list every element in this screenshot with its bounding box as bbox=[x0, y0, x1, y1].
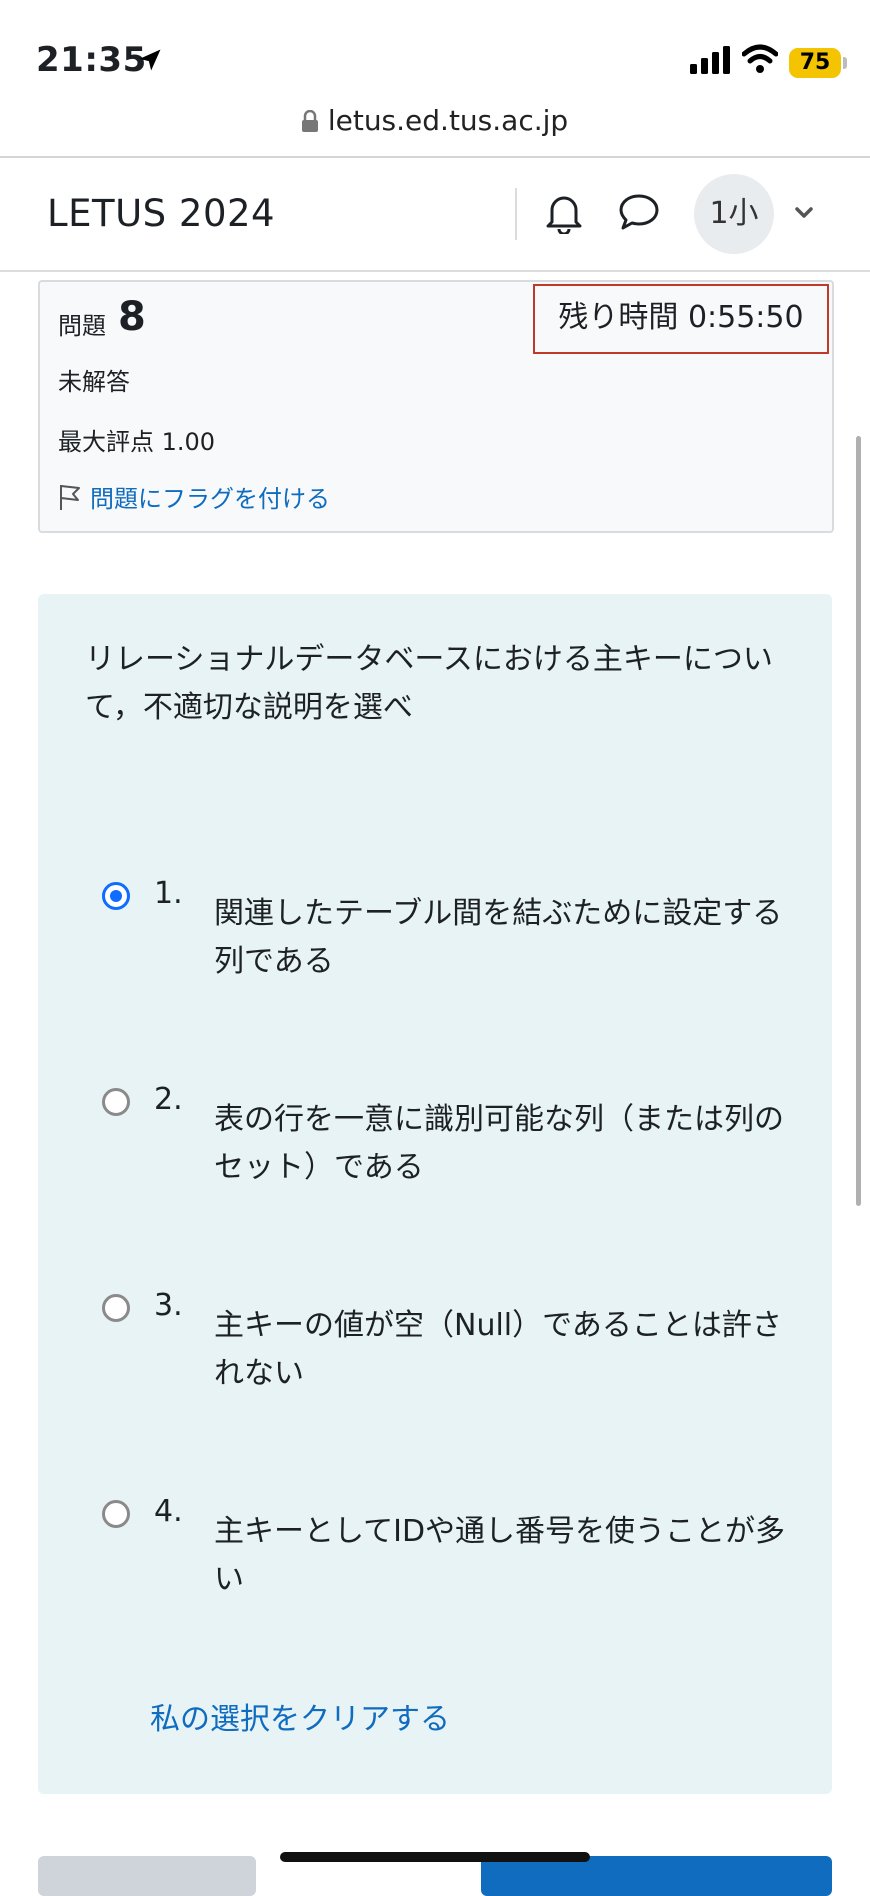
navbar: LETUS 2024 1小 bbox=[0, 158, 870, 272]
answer-text: 関連したテーブル間を結ぶために設定する列である bbox=[214, 896, 783, 979]
answer-radio-4[interactable] bbox=[102, 1500, 130, 1528]
url-bar[interactable]: letus.ed.tus.ac.jp bbox=[0, 100, 870, 158]
battery-nub bbox=[843, 57, 847, 69]
status-time: 21:35 bbox=[36, 40, 147, 80]
question-content: リレーショナルデータベースにおける主キーについて，不適切な説明を選べ 1. 関連… bbox=[38, 594, 832, 1794]
notification-bell-icon[interactable] bbox=[544, 190, 584, 234]
question-text: リレーショナルデータベースにおける主キーについて，不適切な説明を選べ bbox=[85, 642, 773, 725]
answer-radio-1[interactable] bbox=[102, 882, 130, 910]
site-brand[interactable]: LETUS 2024 bbox=[47, 192, 275, 235]
quiz-timer: 残り時間 0:55:50 bbox=[533, 284, 829, 354]
chevron-down-icon[interactable] bbox=[793, 202, 815, 224]
question-marks: 最大評点 1.00 bbox=[58, 428, 216, 456]
home-indicator bbox=[280, 1852, 590, 1862]
answer-number: 4. bbox=[154, 1494, 183, 1529]
scrollbar[interactable] bbox=[856, 436, 861, 1206]
battery-indicator: 75 bbox=[789, 48, 841, 78]
lock-icon bbox=[301, 109, 318, 132]
question-state: 未解答 bbox=[58, 368, 130, 396]
answer-radio-2[interactable] bbox=[102, 1088, 130, 1116]
clear-choice-link[interactable]: 私の選択をクリアする bbox=[150, 1694, 450, 1738]
answer-number: 1. bbox=[154, 876, 183, 911]
flag-icon bbox=[60, 484, 80, 510]
wifi-icon bbox=[742, 44, 778, 73]
answer-radio-3[interactable] bbox=[102, 1294, 130, 1322]
next-page-button[interactable] bbox=[481, 1856, 832, 1896]
question-info-card: 問題 8 残り時間 0:55:50 未解答 最大評点 1.00 問題にフラグを付… bbox=[38, 280, 834, 533]
status-bar: 21:35 75 bbox=[0, 0, 870, 100]
answer-text: 表の行を一意に識別可能な列（または列のセット）である bbox=[214, 1102, 784, 1185]
question-number: 8 bbox=[118, 294, 146, 340]
answer-text: 主キーの値が空（Null）であることは許されない bbox=[214, 1308, 782, 1391]
nav-divider bbox=[515, 188, 517, 240]
answer-text: 主キーとしてIDや通し番号を使うことが多い bbox=[214, 1514, 786, 1597]
cellular-signal-icon bbox=[690, 46, 730, 74]
answer-number: 3. bbox=[154, 1288, 183, 1323]
answer-number: 2. bbox=[154, 1082, 183, 1117]
url-text: letus.ed.tus.ac.jp bbox=[327, 104, 569, 137]
question-label: 問題 bbox=[58, 312, 106, 340]
previous-page-button[interactable] bbox=[38, 1856, 256, 1896]
user-avatar[interactable]: 1小 bbox=[694, 174, 774, 254]
flag-question-label: 問題にフラグを付ける bbox=[90, 485, 330, 513]
messages-icon[interactable] bbox=[618, 192, 660, 232]
location-arrow-icon bbox=[139, 49, 161, 71]
flag-question-link[interactable]: 問題にフラグを付ける bbox=[58, 479, 330, 514]
